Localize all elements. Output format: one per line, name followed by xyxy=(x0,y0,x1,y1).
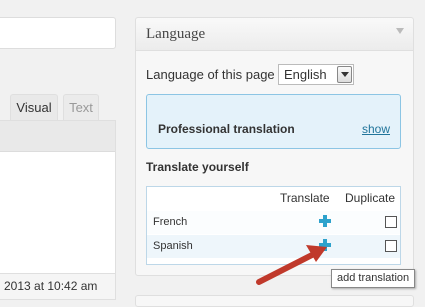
next-panel xyxy=(135,295,414,307)
table-row: Spanish xyxy=(147,235,400,258)
translate-yourself-heading: Translate yourself xyxy=(146,160,249,174)
tab-text[interactable]: Text xyxy=(63,94,99,120)
editor-toolbar xyxy=(0,121,115,152)
language-panel-header[interactable]: Language xyxy=(136,18,413,51)
language-select[interactable]: English xyxy=(278,64,354,85)
plus-icon[interactable] xyxy=(318,214,332,228)
professional-translation-label: Professional translation xyxy=(158,122,295,136)
plus-icon[interactable] xyxy=(318,238,332,252)
post-title-input[interactable] xyxy=(0,17,116,49)
show-link[interactable]: show xyxy=(362,122,390,136)
row-language-french: French xyxy=(153,216,188,228)
add-translation-tooltip: add translation xyxy=(331,269,416,288)
language-panel: Language Language of this page English P… xyxy=(135,17,414,276)
chevron-down-icon[interactable] xyxy=(337,66,352,83)
column-header-translate: Translate xyxy=(280,191,330,205)
collapse-toggle-icon[interactable] xyxy=(396,28,404,34)
professional-translation-box: Professional translation show xyxy=(146,94,401,149)
editor-status-text: 2013 at 10:42 am xyxy=(0,273,115,299)
language-panel-title: Language xyxy=(146,26,206,42)
language-select-value: English xyxy=(284,67,327,82)
translations-table: Translate Duplicate French Spanish xyxy=(146,186,401,265)
duplicate-checkbox-french[interactable] xyxy=(385,216,397,228)
column-header-duplicate: Duplicate xyxy=(345,191,396,205)
table-row: French xyxy=(147,211,400,234)
tab-visual[interactable]: Visual xyxy=(10,94,58,120)
duplicate-checkbox-spanish[interactable] xyxy=(385,240,397,252)
language-label: Language of this page xyxy=(146,67,275,82)
row-language-spanish: Spanish xyxy=(153,240,193,252)
post-editor[interactable]: 2013 at 10:42 am xyxy=(0,120,116,300)
